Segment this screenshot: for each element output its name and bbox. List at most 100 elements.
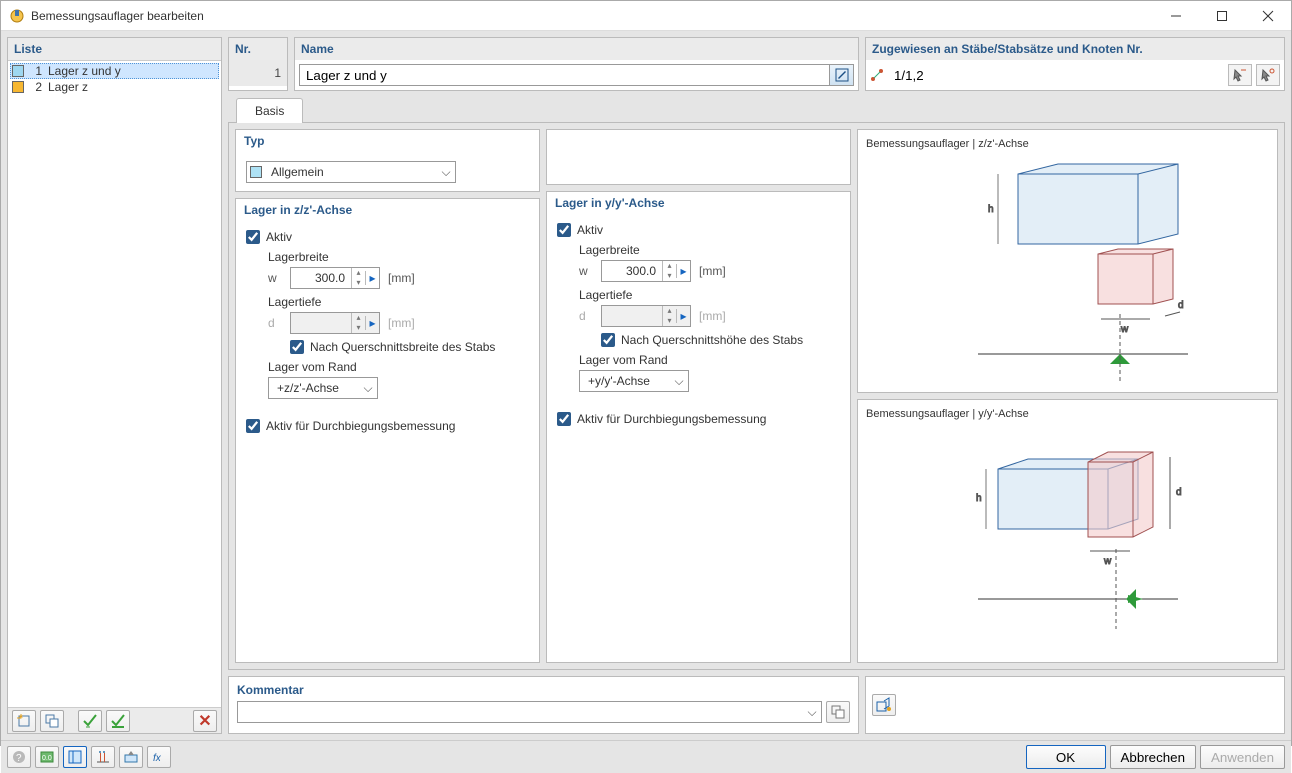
axis-z-active-checkbox[interactable] bbox=[246, 230, 260, 244]
axis-y-active-checkbox[interactable] bbox=[557, 223, 571, 237]
member-icon bbox=[870, 68, 884, 82]
titlebar: Bemessungsauflager bearbeiten bbox=[1, 1, 1291, 31]
list-panel: Liste 1 Lager z und y 2 Lager z ✶ bbox=[7, 37, 222, 734]
depth-z-auto[interactable]: Nach Querschnittsbreite des Stabs bbox=[290, 340, 495, 354]
width-y-var: w bbox=[579, 264, 593, 278]
svg-text:d: d bbox=[1176, 487, 1182, 498]
assigned-input[interactable] bbox=[888, 64, 1224, 86]
fx-button[interactable]: fx bbox=[147, 746, 171, 768]
axis-y-active[interactable]: Aktiv bbox=[557, 223, 840, 237]
list-item[interactable]: 1 Lager z und y bbox=[10, 63, 219, 79]
svg-text:w: w bbox=[1103, 556, 1112, 567]
comment-input[interactable]: ⌵ bbox=[237, 701, 822, 723]
minimize-button[interactable] bbox=[1153, 1, 1199, 31]
nr-value: 1 bbox=[229, 60, 287, 86]
edge-z-combo[interactable]: +z/z'-Achse ⌵ bbox=[268, 377, 378, 399]
assigned-box: Zugewiesen an Stäbe/Stabsätze und Knoten… bbox=[865, 37, 1285, 91]
svg-text:h: h bbox=[988, 204, 994, 215]
edit-name-button[interactable] bbox=[830, 64, 854, 86]
depth-y-auto-checkbox[interactable] bbox=[601, 333, 615, 347]
diagram-mode-button[interactable] bbox=[872, 694, 896, 716]
list-item-num: 2 bbox=[30, 80, 42, 94]
typ-combo[interactable]: Allgemein ⌵ bbox=[246, 161, 456, 183]
width-y-label: Lagerbreite bbox=[579, 243, 840, 257]
color-swatch bbox=[12, 65, 24, 77]
depth-z-input: ▴▾ ▸ bbox=[290, 312, 380, 334]
width-y-input[interactable]: 300.0 ▴▾ ▸ bbox=[601, 260, 691, 282]
view-2-button[interactable] bbox=[91, 746, 115, 768]
comment-library-button[interactable] bbox=[826, 701, 850, 723]
nr-label: Nr. bbox=[229, 38, 287, 60]
depth-y-auto[interactable]: Nach Querschnittshöhe des Stabs bbox=[601, 333, 803, 347]
edge-z-label: Lager vom Rand bbox=[268, 360, 529, 374]
chevron-down-icon: ⌵ bbox=[803, 705, 821, 720]
axis-z-header: Lager in z/z'-Achse bbox=[236, 199, 539, 222]
maximize-button[interactable] bbox=[1199, 1, 1245, 31]
depth-y-var: d bbox=[579, 309, 593, 323]
list-item-num: 1 bbox=[30, 64, 42, 78]
apply-button[interactable]: Anwenden bbox=[1200, 745, 1285, 769]
deflection-y-checkbox[interactable] bbox=[557, 412, 571, 426]
chevron-down-icon: ⌵ bbox=[359, 381, 377, 396]
svg-text:w: w bbox=[1120, 324, 1129, 335]
ok-button[interactable]: OK bbox=[1026, 745, 1106, 769]
list-header: Liste bbox=[8, 38, 221, 61]
width-z-label: Lagerbreite bbox=[268, 250, 529, 264]
delete-button[interactable]: ✕ bbox=[193, 710, 217, 732]
help-button[interactable]: ? bbox=[7, 746, 31, 768]
diagram-zz-title: Bemessungsauflager | z/z'-Achse bbox=[866, 138, 1269, 150]
edge-y-combo[interactable]: +y/y'-Achse ⌵ bbox=[579, 370, 689, 392]
new-item-button[interactable]: ✶ bbox=[12, 710, 36, 732]
list: 1 Lager z und y 2 Lager z bbox=[8, 61, 221, 707]
svg-text:?: ? bbox=[16, 753, 22, 764]
close-button[interactable] bbox=[1245, 1, 1291, 31]
axis-z-active[interactable]: Aktiv bbox=[246, 230, 529, 244]
comment-box: Kommentar ⌵ bbox=[228, 676, 859, 734]
svg-text:d: d bbox=[1178, 300, 1184, 311]
depth-z-label: Lagertiefe bbox=[268, 295, 529, 309]
typ-group: Typ Allgemein ⌵ bbox=[235, 129, 540, 192]
svg-text:h: h bbox=[976, 493, 982, 504]
typ-value: Allgemein bbox=[265, 165, 437, 179]
check-button-2[interactable] bbox=[106, 710, 130, 732]
axis-y-group: Lager in y/y'-Achse Aktiv Lagerbreite w bbox=[546, 191, 851, 663]
axis-y-header: Lager in y/y'-Achse bbox=[547, 192, 850, 215]
empty-top-group bbox=[546, 129, 851, 185]
view-1-button[interactable] bbox=[63, 746, 87, 768]
edge-y-label: Lager vom Rand bbox=[579, 353, 840, 367]
pick-node-button[interactable] bbox=[1256, 64, 1280, 86]
chevron-down-icon: ⌵ bbox=[670, 374, 688, 389]
deflection-y[interactable]: Aktiv für Durchbiegungsbemessung bbox=[557, 412, 840, 426]
app-icon bbox=[9, 8, 25, 24]
list-item-label: Lager z und y bbox=[48, 64, 121, 78]
copy-item-button[interactable] bbox=[40, 710, 64, 732]
pick-member-button[interactable] bbox=[1228, 64, 1252, 86]
depth-y-label: Lagertiefe bbox=[579, 288, 840, 302]
check-button-1[interactable] bbox=[78, 710, 102, 732]
diagram-zz: Bemessungsauflager | z/z'-Achse bbox=[857, 129, 1278, 393]
width-z-input[interactable]: 300.0 ▴▾ ▸ bbox=[290, 267, 380, 289]
typ-header: Typ bbox=[236, 130, 539, 153]
assigned-label: Zugewiesen an Stäbe/Stabsätze und Knoten… bbox=[866, 38, 1284, 60]
svg-text:0.0: 0.0 bbox=[42, 755, 52, 762]
name-input[interactable] bbox=[299, 64, 830, 86]
color-swatch bbox=[12, 81, 24, 93]
depth-z-auto-checkbox[interactable] bbox=[290, 340, 304, 354]
list-item[interactable]: 2 Lager z bbox=[10, 79, 219, 95]
view-3-button[interactable] bbox=[119, 746, 143, 768]
name-label: Name bbox=[295, 38, 858, 60]
cancel-button[interactable]: Abbrechen bbox=[1110, 745, 1196, 769]
diagram-yy-title: Bemessungsauflager | y/y'-Achse bbox=[866, 408, 1269, 420]
name-box: Name bbox=[294, 37, 859, 91]
axis-z-group: Lager in z/z'-Achse Aktiv Lagerbreite w bbox=[235, 198, 540, 663]
width-z-var: w bbox=[268, 271, 282, 285]
depth-y-input: ▴▾ ▸ bbox=[601, 305, 691, 327]
deflection-z-checkbox[interactable] bbox=[246, 419, 260, 433]
nr-box: Nr. 1 bbox=[228, 37, 288, 91]
units-button[interactable]: 0.0 bbox=[35, 746, 59, 768]
tab-basis[interactable]: Basis bbox=[236, 98, 303, 123]
window-title: Bemessungsauflager bearbeiten bbox=[31, 9, 1153, 23]
diagram-yy: Bemessungsauflager | y/y'-Achse bbox=[857, 399, 1278, 663]
depth-z-var: d bbox=[268, 316, 282, 330]
deflection-z[interactable]: Aktiv für Durchbiegungsbemessung bbox=[246, 419, 529, 433]
